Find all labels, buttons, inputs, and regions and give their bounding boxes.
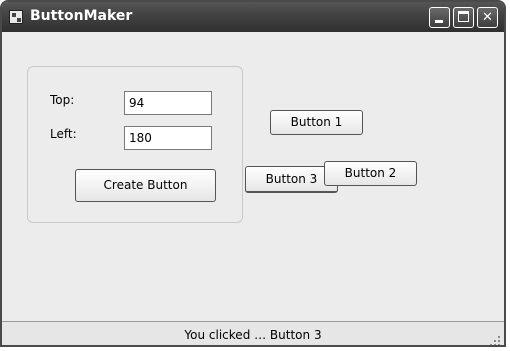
window-title: ButtonMaker xyxy=(30,8,133,24)
close-button[interactable]: ✕ xyxy=(477,7,498,28)
title-bar[interactable]: ButtonMaker ✕ xyxy=(2,2,504,32)
left-input[interactable] xyxy=(124,126,212,150)
minimize-icon xyxy=(435,20,443,23)
top-input[interactable] xyxy=(124,91,212,115)
status-bar: You clicked … Button 3 xyxy=(2,321,504,345)
left-label: Left: xyxy=(50,127,77,141)
minimize-button[interactable] xyxy=(429,7,450,28)
create-button[interactable]: Create Button xyxy=(75,169,216,202)
close-icon: ✕ xyxy=(482,10,493,25)
app-window: ButtonMaker ✕ Top: Left: Create Button B… xyxy=(0,0,506,347)
button-2[interactable]: Button 2 xyxy=(324,161,417,186)
top-label: Top: xyxy=(50,93,75,107)
button-1[interactable]: Button 1 xyxy=(270,110,363,135)
resize-grip-icon[interactable] xyxy=(490,336,500,345)
status-text: You clicked … Button 3 xyxy=(184,328,322,342)
maximize-button[interactable] xyxy=(453,7,474,28)
app-window-icon[interactable] xyxy=(9,10,23,24)
maximize-icon xyxy=(458,11,469,22)
